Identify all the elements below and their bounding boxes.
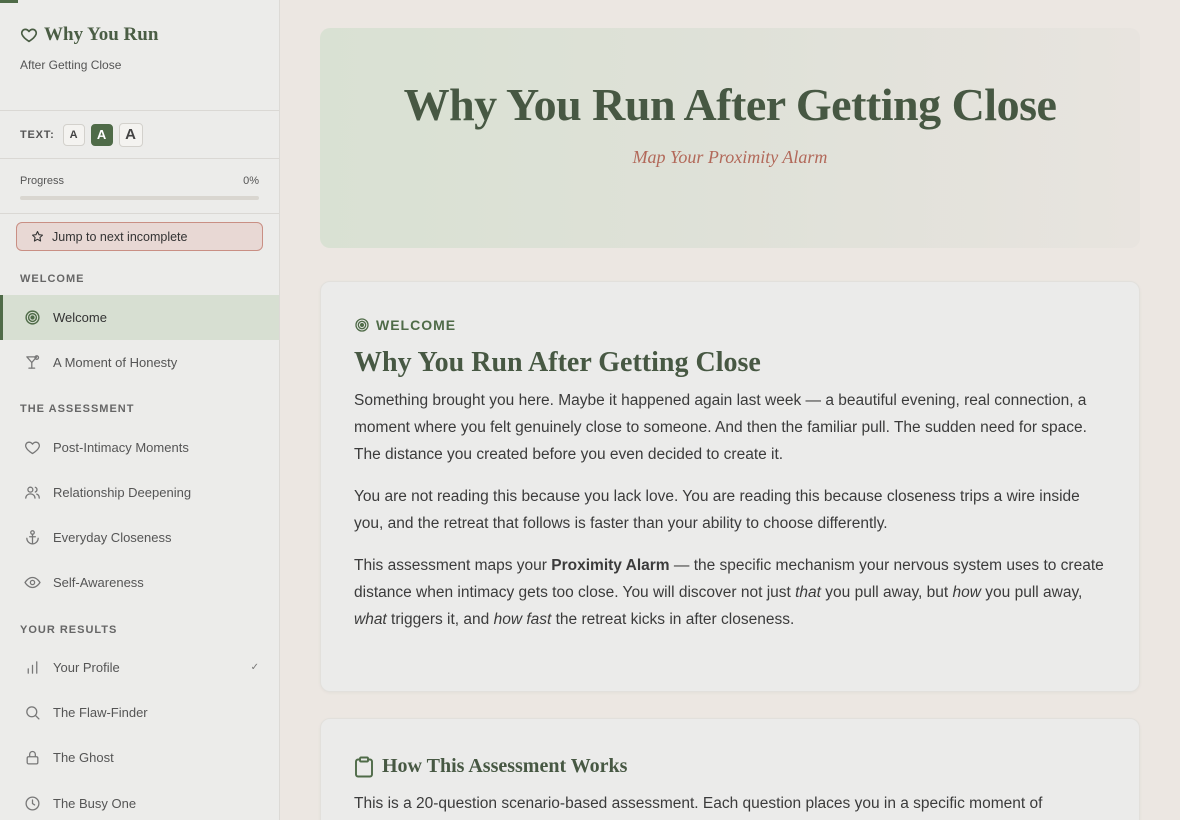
how-it-works-text: This is a 20-question scenario-based ass…	[354, 795, 1043, 812]
welcome-card: WELCOME Why You Run After Getting Close …	[320, 281, 1140, 692]
nav-section-assessment: THE ASSESSMENT	[20, 403, 135, 415]
target-icon	[355, 318, 369, 332]
nav-item-everyday-closeness[interactable]: Everyday Closeness	[0, 515, 279, 560]
star-icon	[31, 230, 44, 242]
heart-icon	[25, 441, 40, 455]
text-size-label: TEXT:	[20, 128, 55, 141]
text-size-small-button[interactable]: A	[62, 123, 85, 146]
nav-item-the-ghost[interactable]: The Ghost	[0, 735, 279, 780]
nav-item-label: Relationship Deepening	[53, 485, 192, 500]
top-accent-bar	[0, 0, 18, 3]
clipboard-icon	[355, 756, 373, 777]
bar-chart-icon	[27, 661, 38, 674]
nav-item-the-busy-one[interactable]: The Busy One	[0, 781, 279, 820]
text-size-large-button[interactable]: A	[118, 122, 143, 147]
hero-banner: Why You Run After Getting Close Map Your…	[320, 28, 1140, 248]
hero-subtitle: Map Your Proximity Alarm	[632, 147, 828, 167]
nav-item-moment-of-honesty[interactable]: A Moment of Honesty	[0, 340, 279, 385]
nav-item-label: Welcome	[53, 310, 107, 325]
welcome-eyebrow-text: WELCOME	[376, 317, 457, 333]
brand-title-text: Why You Run	[44, 24, 159, 45]
anchor-icon	[26, 530, 39, 545]
progress-block: Progress 0%	[0, 159, 279, 214]
users-icon	[25, 486, 40, 499]
progress-percent: 0%	[243, 175, 259, 187]
nav-item-label: Post-Intimacy Moments	[53, 440, 189, 455]
sidebar: Why You Run After Getting Close TEXT: A …	[0, 0, 280, 820]
clock-icon	[25, 796, 40, 811]
welcome-card-title: Why You Run After Getting Close	[354, 347, 761, 378]
jump-label: Jump to next incomplete	[52, 229, 188, 244]
text-size-medium-button[interactable]: A	[90, 123, 113, 146]
nav-item-relationship-deepening[interactable]: Relationship Deepening	[0, 470, 279, 515]
nav-item-flaw-finder[interactable]: The Flaw-Finder	[0, 690, 279, 735]
nav-item-label: Self-Awareness	[53, 575, 144, 590]
nav-item-label: The Ghost	[53, 750, 114, 765]
how-it-works-title-text: How This Assessment Works	[382, 755, 628, 777]
jump-to-next-incomplete-button[interactable]: Jump to next incomplete	[16, 222, 263, 251]
brand-title[interactable]: Why You Run	[20, 24, 259, 46]
nav-item-label: Everyday Closeness	[53, 530, 172, 545]
progress-label: Progress	[20, 175, 65, 187]
how-it-works-card: How This Assessment Works This is a 20-q…	[320, 718, 1140, 820]
completed-check-icon: ✓	[250, 662, 259, 673]
heart-icon	[20, 28, 38, 43]
brand: Why You Run After Getting Close	[0, 0, 279, 111]
nav-item-label: The Flaw-Finder	[53, 705, 148, 720]
welcome-eyebrow: WELCOME	[354, 317, 1106, 333]
welcome-paragraph-2: You are not reading this because you lac…	[354, 488, 1080, 532]
search-icon	[26, 706, 40, 720]
eye-icon	[24, 576, 41, 589]
cocktail-icon	[26, 355, 40, 369]
text-size-control: TEXT: A A A	[0, 111, 279, 159]
target-icon	[25, 310, 40, 325]
nav-item-label: Your Profile	[53, 660, 120, 675]
nav-item-welcome[interactable]: Welcome	[0, 295, 279, 340]
nav-item-self-awareness[interactable]: Self-Awareness	[0, 560, 279, 605]
brand-subtitle: After Getting Close	[20, 58, 122, 72]
welcome-paragraph-3: This assessment maps your Proximity Alar…	[354, 557, 1104, 628]
how-it-works-title: How This Assessment Works	[354, 755, 1106, 778]
progress-bar	[20, 196, 259, 200]
nav-section-welcome: WELCOME	[20, 273, 85, 285]
nav-item-post-intimacy-moments[interactable]: Post-Intimacy Moments	[0, 425, 279, 470]
nav-section-results: YOUR RESULTS	[20, 624, 118, 636]
welcome-paragraph-1: Something brought you here. Maybe it hap…	[354, 392, 1087, 463]
nav-item-label: The Busy One	[53, 796, 137, 811]
nav-item-label: A Moment of Honesty	[53, 355, 178, 370]
nav-item-your-profile[interactable]: Your Profile ✓	[0, 645, 279, 690]
hero-title: Why You Run After Getting Close	[403, 79, 1057, 130]
proximity-alarm-term: Proximity Alarm	[551, 557, 670, 574]
lock-icon	[26, 750, 39, 765]
